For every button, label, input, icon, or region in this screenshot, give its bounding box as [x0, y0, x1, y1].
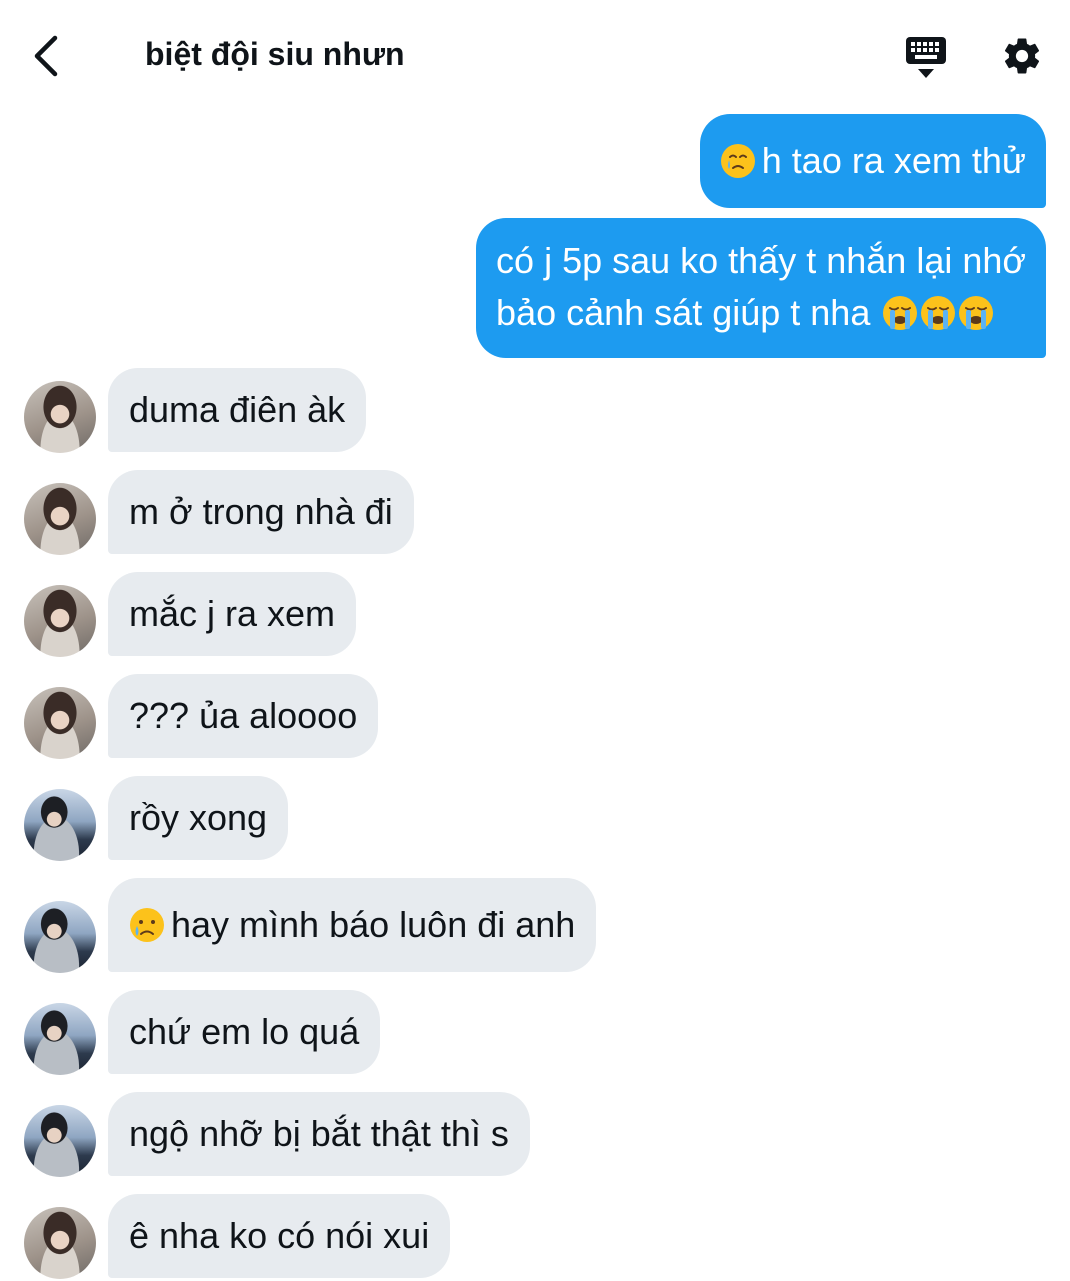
message-text-line-2: bảo cảnh sát giúp t nha — [496, 292, 871, 333]
sender-avatar[interactable] — [24, 1003, 96, 1075]
message-text: ??? ủa aloooo — [129, 695, 358, 736]
sender-avatar[interactable] — [24, 789, 96, 861]
message-bubble-incoming[interactable]: duma điên àk — [108, 368, 367, 452]
message-text: rồy xong — [129, 797, 268, 838]
message-text: chứ em lo quá — [129, 1011, 360, 1052]
message-bubble-incoming[interactable]: mắc j ra xem — [108, 572, 357, 656]
sender-avatar[interactable] — [24, 1105, 96, 1177]
sender-avatar[interactable] — [24, 585, 96, 657]
message-bubble-incoming[interactable]: ê nha ko có nói xui — [108, 1194, 451, 1278]
back-button[interactable] — [24, 30, 68, 82]
sender-avatar[interactable] — [24, 1207, 96, 1279]
message-text: hay mình báo luôn đi anh — [171, 904, 576, 945]
message-text: h tao ra xem thử — [761, 140, 1026, 181]
message-text: mắc j ra xem — [129, 593, 336, 634]
message-text: duma điên àk — [129, 389, 346, 430]
crying-face-emoji — [130, 908, 164, 942]
gear-icon — [1004, 38, 1040, 74]
back-arrow-icon — [34, 35, 58, 77]
message-bubble-incoming[interactable]: ngộ nhỡ bị bắt thật thì s — [108, 1092, 530, 1176]
message-text: ê nha ko có nói xui — [129, 1215, 430, 1256]
message-bubble-outgoing[interactable]: có j 5p sau ko thấy t nhắn lại nhớ bảo c… — [476, 218, 1046, 358]
loudly-crying-face-emoji — [883, 296, 918, 330]
message-bubble-incoming[interactable]: rồy xong — [108, 776, 289, 860]
message-bubble-incoming[interactable]: ??? ủa aloooo — [108, 674, 379, 758]
message-bubble-incoming[interactable]: hay mình báo luôn đi anh — [108, 878, 597, 972]
message-text: ngộ nhỡ bị bắt thật thì s — [129, 1113, 509, 1154]
message-bubble-outgoing[interactable]: h tao ra xem thử — [699, 114, 1046, 208]
conversation-title: biệt đội siu nhưn — [145, 36, 405, 72]
face-holding-back-tears-emoji — [720, 144, 755, 178]
keyboard-icon — [906, 37, 946, 78]
message-text-line-1: có j 5p sau ko thấy t nhắn lại nhớ — [496, 240, 1026, 281]
sender-avatar[interactable] — [24, 483, 96, 555]
message-bubble-incoming[interactable]: chứ em lo quá — [108, 990, 381, 1074]
loudly-crying-face-emoji — [921, 296, 956, 330]
message-bubble-incoming[interactable]: m ở trong nhà đi — [108, 470, 414, 554]
sender-avatar[interactable] — [24, 901, 96, 973]
settings-button[interactable] — [998, 32, 1046, 80]
sender-avatar[interactable] — [24, 381, 96, 453]
keyboard-button[interactable] — [900, 32, 952, 82]
message-text: m ở trong nhà đi — [129, 491, 393, 532]
sender-avatar[interactable] — [24, 687, 96, 759]
conversation-header: biệt đội siu nhưn — [0, 0, 1070, 110]
loudly-crying-face-emoji — [959, 296, 994, 330]
